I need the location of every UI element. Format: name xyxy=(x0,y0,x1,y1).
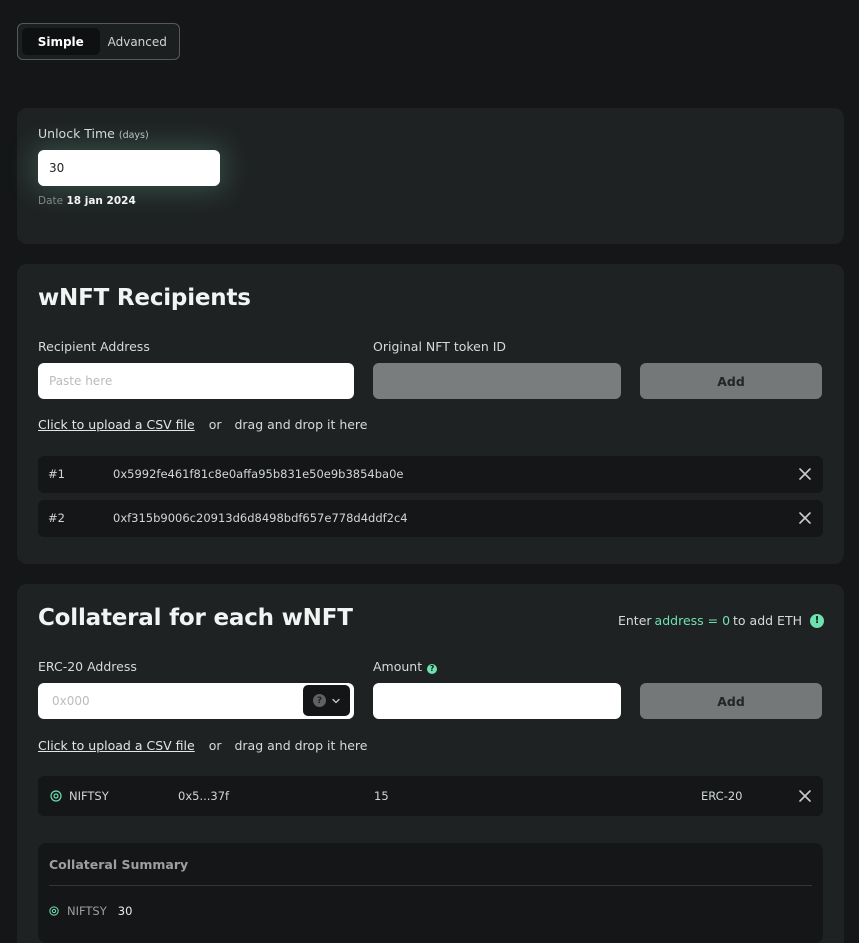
unlock-date-value: 18 jan 2024 xyxy=(66,195,136,207)
unlock-date: Date 18 jan 2024 xyxy=(38,195,136,207)
summary-title: Collateral Summary xyxy=(49,857,189,872)
summary-token: NIFTSY xyxy=(67,904,107,918)
mode-simple-button[interactable]: Simple xyxy=(22,28,100,55)
recipients-title: wNFT Recipients xyxy=(38,285,251,311)
collateral-token: NIFTSY xyxy=(69,789,109,803)
token-id-input[interactable] xyxy=(373,363,621,399)
collateral-title: Collateral for each wNFT xyxy=(38,605,353,631)
help-icon[interactable]: ? xyxy=(427,663,438,674)
chevron-down-icon xyxy=(332,698,340,703)
collateral-standard: ERC-20 xyxy=(701,789,743,803)
recipient-index: #2 xyxy=(48,511,65,525)
recipients-card: wNFT Recipients Recipient Address Origin… xyxy=(17,264,844,564)
recipient-row: #1 0x5992fe461f81c8e0affa95b831e50e9b385… xyxy=(38,456,823,493)
collateral-card: Collateral for each wNFT Enter address =… xyxy=(17,584,844,943)
mode-switch: Simple Advanced xyxy=(17,23,180,60)
close-icon[interactable] xyxy=(798,511,812,525)
erc20-address-field: ? xyxy=(38,683,354,719)
token-id-label: Original NFT token ID xyxy=(373,339,507,354)
close-icon[interactable] xyxy=(798,467,812,481)
collateral-upload: Click to upload a CSV file or drag and dro… xyxy=(38,738,368,753)
recipients-upload: Click to upload a CSV file or drag and dro… xyxy=(38,417,368,432)
erc20-address-label: ERC-20 Address xyxy=(38,659,137,674)
divider xyxy=(49,885,812,886)
niftsy-token-icon xyxy=(50,790,62,802)
unlock-time-card: Unlock Time (days) Date 18 jan 2024 xyxy=(17,108,844,244)
token-select-dropdown[interactable]: ? xyxy=(303,685,350,716)
recipient-index: #1 xyxy=(48,467,65,481)
recipient-address-label: Recipient Address xyxy=(38,339,150,354)
unlock-time-unit: (days) xyxy=(118,130,149,141)
info-icon: ! xyxy=(810,613,824,628)
unlock-time-input[interactable] xyxy=(38,150,220,186)
address-zero-link: address = 0 xyxy=(654,613,731,628)
summary-item: NIFTSY 30 xyxy=(49,904,132,918)
niftsy-token-icon xyxy=(49,906,59,916)
collateral-summary: Collateral Summary NIFTSY 30 xyxy=(38,843,823,943)
close-icon[interactable] xyxy=(798,789,812,803)
unlock-time-label: Unlock Time (days) xyxy=(38,126,149,141)
eth-hint: Enter address = 0 to add ETH ! xyxy=(618,613,824,628)
add-collateral-button[interactable]: Add xyxy=(640,683,822,719)
recipient-row: #2 0xf315b9006c20913d6d8498bdf657e778d4d… xyxy=(38,500,823,537)
collateral-amount: 15 xyxy=(374,789,389,803)
mode-advanced-button[interactable]: Advanced xyxy=(100,28,176,55)
recipient-address: 0xf315b9006c20913d6d8498bdf657e778d4ddf2… xyxy=(113,511,408,525)
recipient-address-input[interactable] xyxy=(38,363,354,399)
recipient-address: 0x5992fe461f81c8e0affa95b831e50e9b3854ba… xyxy=(113,467,404,481)
collateral-address: 0x5...37f xyxy=(178,789,230,803)
amount-label: Amount? xyxy=(373,659,438,674)
unknown-token-icon: ? xyxy=(313,694,326,707)
collateral-row: NIFTSY 0x5...37f 15 ERC-20 xyxy=(38,776,823,816)
summary-amount: 30 xyxy=(117,904,133,918)
amount-input[interactable] xyxy=(373,683,621,719)
upload-csv-link[interactable]: Click to upload a CSV file xyxy=(38,417,195,432)
upload-csv-link[interactable]: Click to upload a CSV file xyxy=(38,738,195,753)
add-recipient-button[interactable]: Add xyxy=(640,363,822,399)
